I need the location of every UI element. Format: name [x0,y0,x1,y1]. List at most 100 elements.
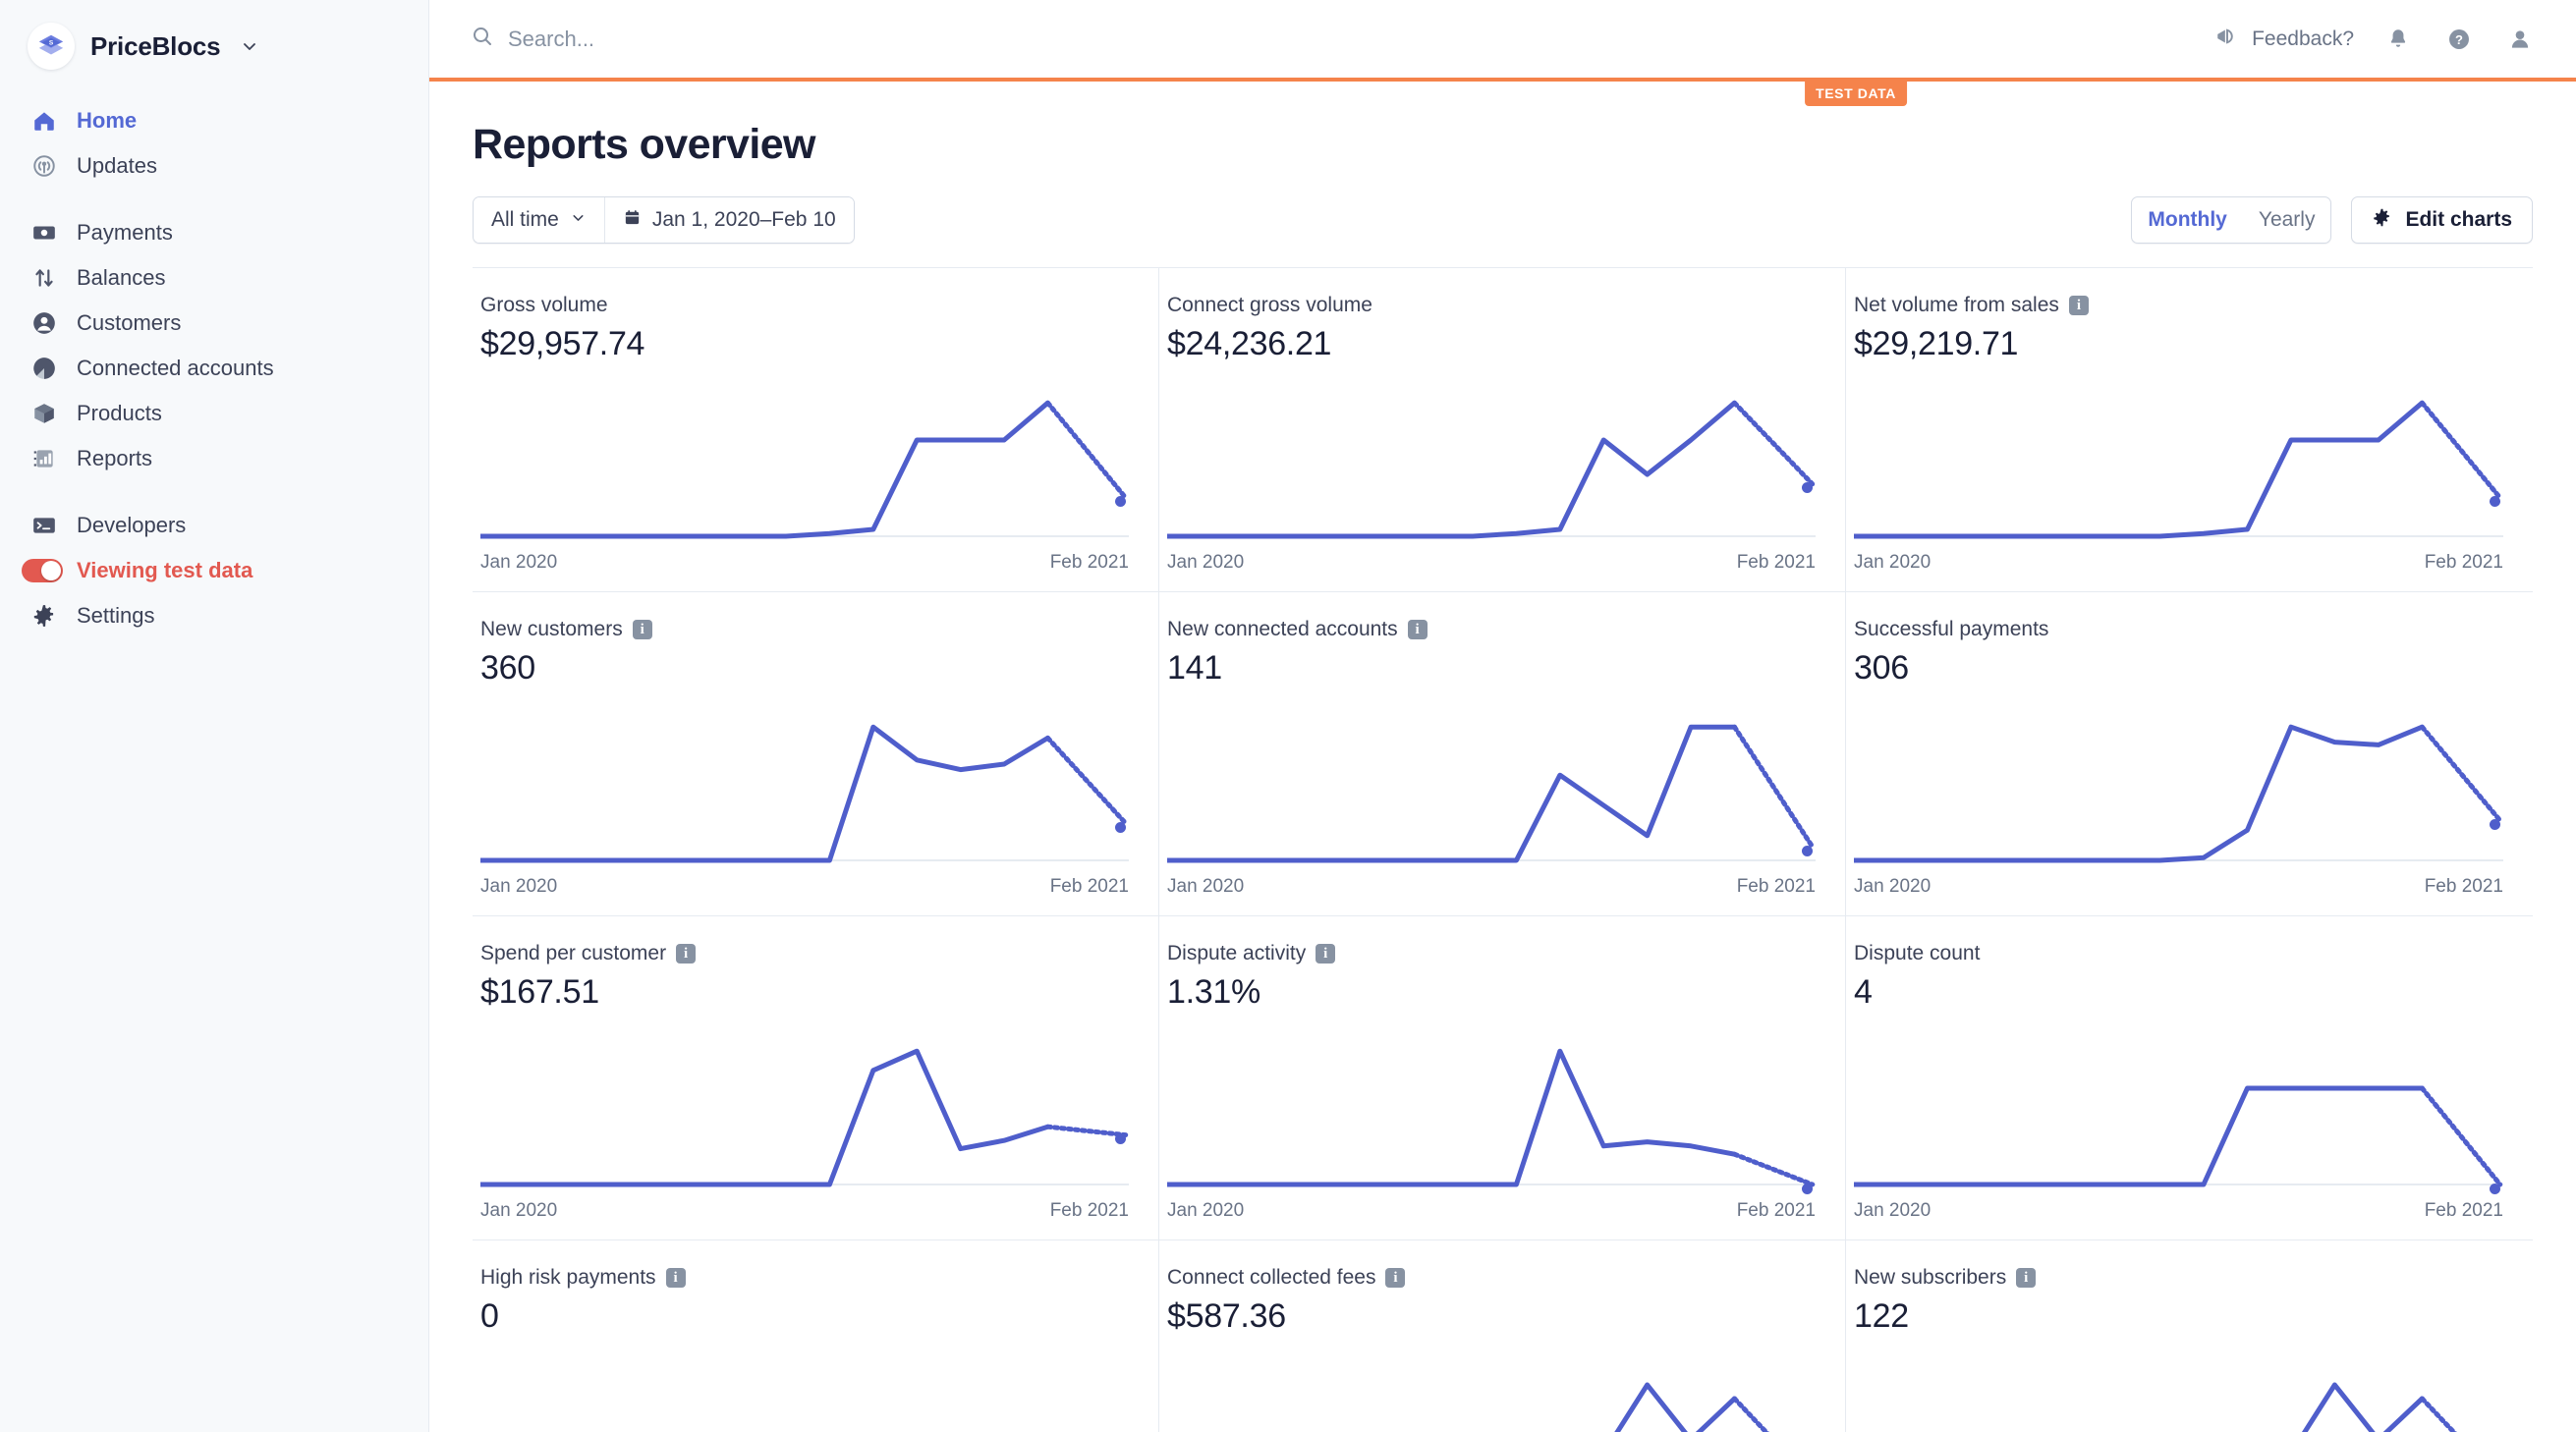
report-card[interactable]: Gross volume$29,957.74Jan 2020Feb 2021 [473,268,1159,592]
report-card[interactable]: Connect collected feesi$587.36Jan 2020Fe… [1159,1240,1846,1432]
report-card[interactable]: New customersi360Jan 2020Feb 2021 [473,592,1159,916]
edit-charts-button[interactable]: Edit charts [2351,196,2533,244]
sidebar-item-customers[interactable]: Customers [0,301,428,346]
feedback-button[interactable]: Feedback? [2214,24,2354,54]
user-avatar-icon[interactable] [2503,23,2537,56]
time-filter-label: All time [491,208,559,232]
sidebar-item-label: Updates [77,155,157,177]
sidebar-item-payments[interactable]: Payments [0,210,428,255]
report-card-header: Net volume from salesi [1854,294,2503,317]
x-axis-labels: Jan 2020 Feb 2021 [1167,876,1816,898]
sidebar-item-label: Balances [77,267,166,289]
projection-end-dot [2490,496,2500,507]
info-icon[interactable]: i [633,620,652,639]
search-input[interactable] [508,27,1058,52]
report-card-title: Connect collected fees [1167,1266,1375,1290]
sparkline-chart: Jan 2020Feb 2021 [1854,697,2503,898]
sparkline-chart: Jan 2020Feb 2021 [1167,1021,1816,1222]
report-card-value: 306 [1854,649,2503,688]
report-card-value: 141 [1167,649,1816,688]
x-axis-end-label: Feb 2021 [1050,1200,1129,1222]
bell-icon[interactable] [2381,23,2415,56]
sidebar-item-viewing-test-data[interactable]: Viewing test data [0,548,428,593]
question-circle-icon[interactable]: ? [2442,23,2476,56]
brand-switcher[interactable]: S PriceBlocs [0,0,428,71]
report-card[interactable]: Dispute count4Jan 2020Feb 2021 [1846,916,2533,1240]
broadcast-icon [29,151,59,181]
info-icon[interactable]: i [1316,944,1335,964]
report-card[interactable]: Net volume from salesi$29,219.71Jan 2020… [1846,268,2533,592]
topbar: Feedback? ? [429,0,2576,78]
projection-end-dot [1115,1133,1126,1144]
report-card-title: Dispute activity [1167,942,1306,965]
sidebar-item-products[interactable]: Products [0,391,428,436]
report-card-value: 1.31% [1167,973,1816,1012]
report-card-header: New subscribersi [1854,1266,2503,1290]
report-card[interactable]: Successful payments306Jan 2020Feb 2021 [1846,592,2533,916]
report-card-title: Dispute count [1854,942,1980,965]
sidebar-item-developers[interactable]: Developers [0,503,428,548]
sidebar-item-balances[interactable]: Balances [0,255,428,301]
edit-charts-label: Edit charts [2405,208,2512,232]
x-axis-end-label: Feb 2021 [2425,1200,2503,1222]
x-axis-labels: Jan 2020Feb 2021 [1167,552,1816,574]
report-card[interactable]: New connected accounts i 141 Jan 2020 Feb 20… [1159,592,1846,916]
report-card-header: Gross volume [480,294,1129,317]
info-icon[interactable]: i [2016,1268,2036,1288]
search-box[interactable] [471,25,2214,53]
brand-name: PriceBlocs [90,31,220,62]
report-card-title: New connected accounts [1167,618,1398,641]
reports-bar-chart-icon [29,444,59,473]
x-axis-start-label: Jan 2020 [1167,876,1244,898]
chevron-down-icon[interactable] [240,36,259,56]
info-icon[interactable]: i [1408,620,1428,639]
x-axis-start-label: Jan 2020 [1854,1200,1931,1222]
gear-icon [2372,207,2392,234]
sparkline-chart: Jan 2020 Feb 2021 [1854,1021,2503,1222]
report-card[interactable]: New subscribersi122Jan 2020Feb 2021 [1846,1240,2533,1432]
developers-terminal-icon [29,511,59,540]
test-data-banner: TEST DATA [429,78,2576,82]
nav-group-primary: Home Updates [0,98,428,189]
sidebar-item-label: Settings [77,605,155,627]
x-axis-end-label: Feb 2021 [1737,876,1816,898]
sidebar-item-reports[interactable]: Reports [0,436,428,481]
report-card[interactable]: High risk paymentsi0Jan 2020Feb 2021 [473,1240,1159,1432]
sidebar-item-label: Products [77,403,162,424]
tab-yearly[interactable]: Yearly [2243,197,2331,243]
chevron-down-icon [570,208,587,232]
info-icon[interactable]: i [2069,296,2089,315]
report-card-value: $167.51 [480,973,1129,1012]
reports-card-grid: Gross volume$29,957.74Jan 2020Feb 2021Co… [473,267,2533,1432]
x-axis-labels: Jan 2020 Feb 2021 [1854,1200,2503,1222]
sparkline-chart: Jan 2020Feb 2021 [480,1346,1129,1432]
search-icon [471,25,494,53]
report-card-header: Connect collected fees i [1167,1266,1816,1290]
toggle-on-icon[interactable] [29,556,59,585]
report-card[interactable]: Dispute activity i 1.31% Jan 2020Feb 2021 [1159,916,1846,1240]
time-filter-button[interactable]: All time [474,197,604,243]
topbar-actions: Feedback? ? [2214,23,2537,56]
sidebar-item-label: Home [77,110,137,132]
sparkline-chart: Jan 2020Feb 2021 [1854,373,2503,574]
megaphone-icon [2214,24,2240,54]
report-card[interactable]: Spend per customeri$167.51Jan 2020Feb 20… [473,916,1159,1240]
x-axis-start-label: Jan 2020 [480,1200,557,1222]
sidebar-item-settings[interactable]: Settings [0,593,428,638]
x-axis-start-label: Jan 2020 [1854,552,1931,574]
projection-end-dot [1115,496,1126,507]
sidebar-item-updates[interactable]: Updates [0,143,428,189]
info-icon[interactable]: i [1385,1268,1405,1288]
date-range-button[interactable]: Jan 1, 2020–Feb 10 [605,197,854,243]
toolbar-right: Monthly Yearly Edit charts [2131,196,2533,244]
info-icon[interactable]: i [666,1268,686,1288]
report-card-value: 360 [480,649,1129,688]
sidebar-item-connected-accounts[interactable]: Connected accounts [0,346,428,391]
sidebar-item-home[interactable]: Home [0,98,428,143]
x-axis-labels: Jan 2020Feb 2021 [1854,552,2503,574]
info-icon[interactable]: i [676,944,696,964]
connected-accounts-icon [29,354,59,383]
tab-monthly[interactable]: Monthly [2132,197,2242,243]
report-card[interactable]: Connect gross volume$24,236.21Jan 2020Fe… [1159,268,1846,592]
calendar-icon [623,208,642,233]
